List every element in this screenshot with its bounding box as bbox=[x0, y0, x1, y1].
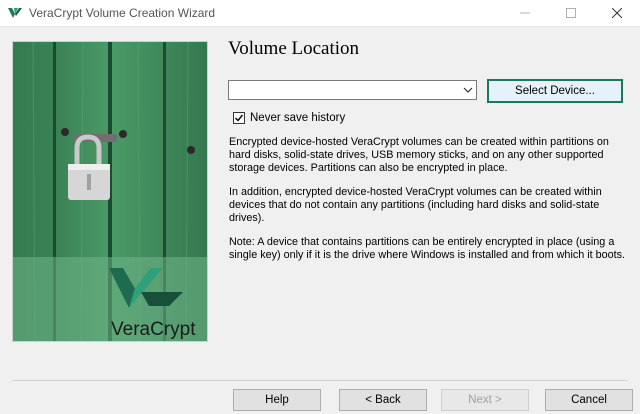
padlock-door-illustration: VeraCrypt bbox=[13, 42, 207, 341]
minimize-button[interactable] bbox=[502, 0, 548, 26]
select-device-label: Select Device... bbox=[515, 85, 595, 97]
title-bar: VeraCrypt Volume Creation Wizard bbox=[0, 0, 640, 27]
info-paragraph-1: Encrypted device-hosted VeraCrypt volume… bbox=[229, 136, 609, 174]
next-button[interactable]: Next > bbox=[441, 389, 529, 411]
footer-divider bbox=[12, 380, 628, 381]
minimize-icon bbox=[520, 12, 530, 14]
close-icon bbox=[612, 8, 622, 18]
back-label: < Back bbox=[365, 394, 401, 406]
checkmark-icon bbox=[235, 114, 244, 122]
select-device-button[interactable]: Select Device... bbox=[487, 79, 623, 103]
maximize-button[interactable] bbox=[548, 0, 594, 26]
cancel-label: Cancel bbox=[571, 394, 607, 406]
chevron-down-icon[interactable] bbox=[463, 85, 473, 95]
never-save-history-row[interactable]: Never save history bbox=[233, 111, 345, 125]
help-button[interactable]: Help bbox=[233, 389, 321, 411]
page-title: Volume Location bbox=[228, 38, 360, 59]
window-title: VeraCrypt Volume Creation Wizard bbox=[29, 6, 216, 20]
veracrypt-logo-text: VeraCrypt bbox=[111, 319, 196, 340]
info-text: Encrypted device-hosted VeraCrypt volume… bbox=[229, 136, 629, 273]
info-paragraph-2: In addition, encrypted device-hosted Ver… bbox=[229, 186, 602, 224]
back-button[interactable]: < Back bbox=[339, 389, 427, 411]
close-button[interactable] bbox=[594, 0, 640, 26]
next-label: Next > bbox=[468, 394, 502, 406]
info-paragraph-3: Note: A device that contains partitions … bbox=[229, 236, 626, 261]
help-label: Help bbox=[265, 394, 289, 406]
maximize-icon bbox=[566, 8, 576, 18]
never-save-history-checkbox[interactable] bbox=[233, 112, 245, 124]
volume-location-combobox[interactable] bbox=[228, 80, 477, 100]
wizard-side-image: VeraCrypt bbox=[12, 41, 208, 342]
veracrypt-app-icon bbox=[8, 8, 22, 18]
cancel-button[interactable]: Cancel bbox=[545, 389, 633, 411]
never-save-history-label: Never save history bbox=[250, 112, 346, 124]
